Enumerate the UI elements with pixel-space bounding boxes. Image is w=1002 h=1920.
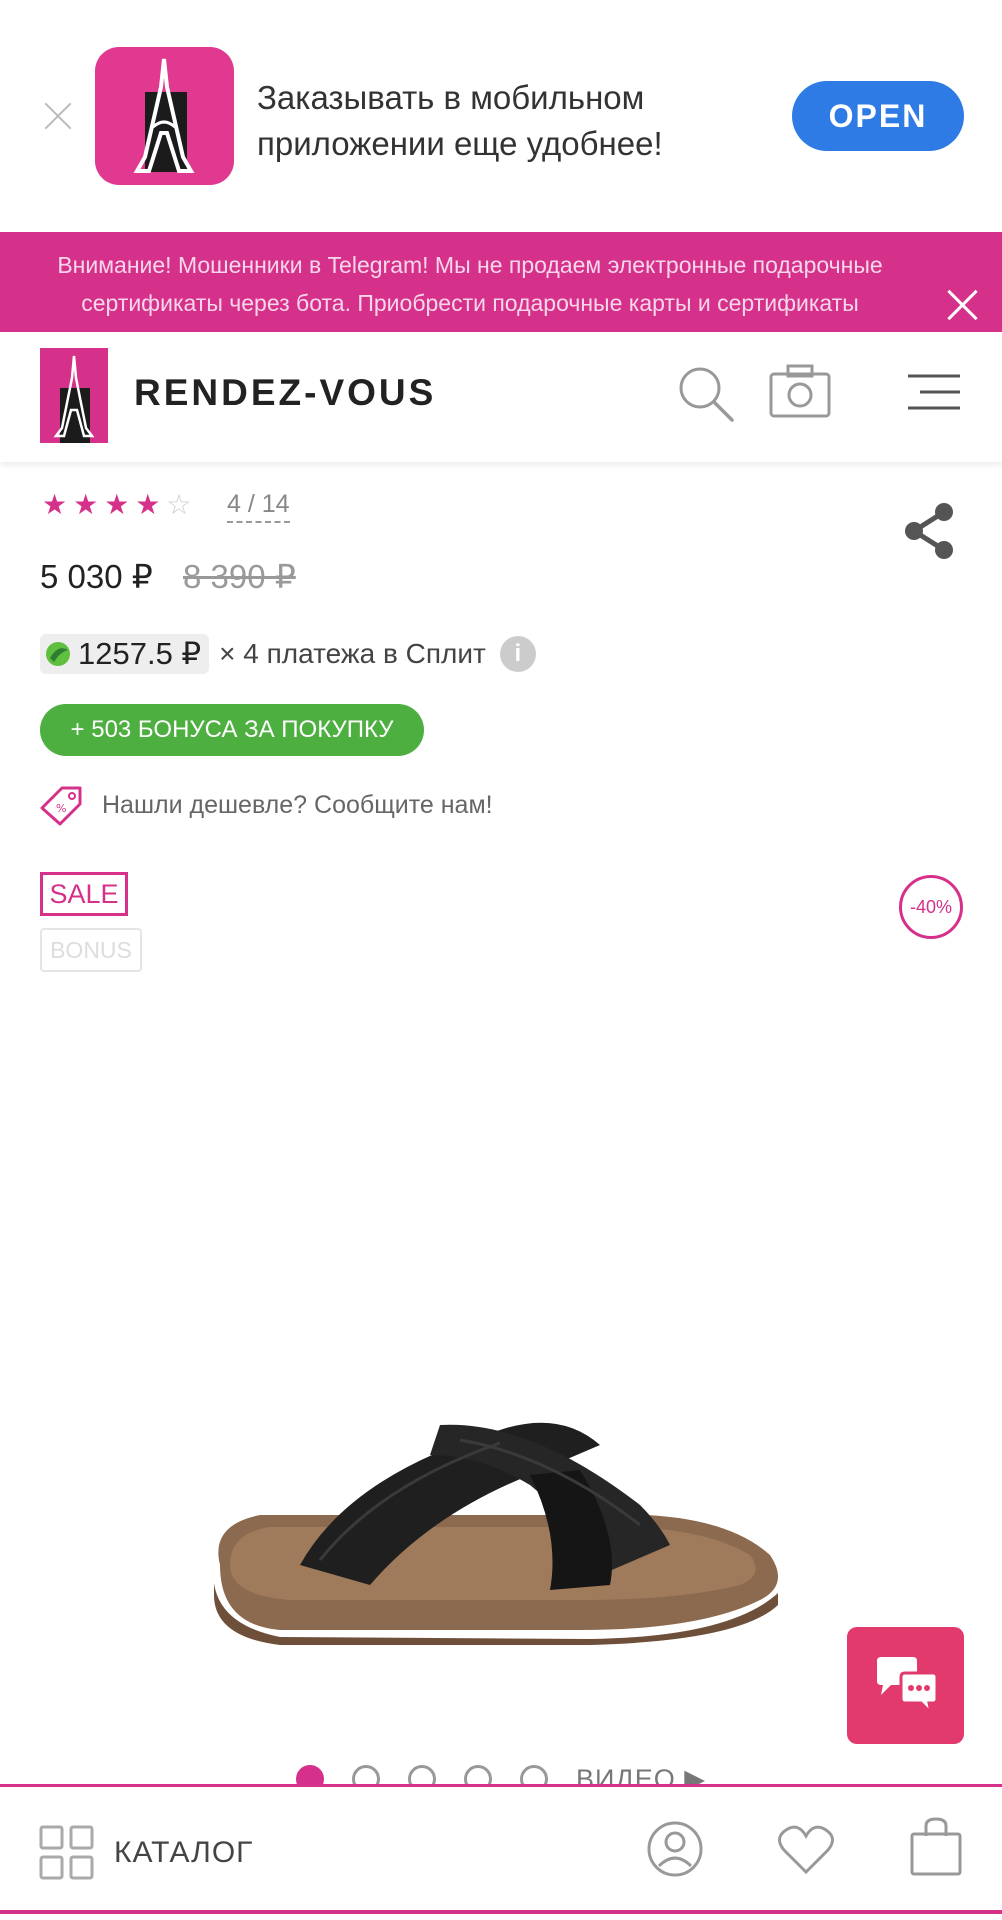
- heart-icon[interactable]: [776, 1824, 836, 1876]
- split-payment-row: 1257.5 ₽ × 4 платежа в Сплит i: [40, 634, 536, 674]
- warning-close-icon[interactable]: [942, 285, 982, 325]
- nav-catalog[interactable]: КАТАЛОГ: [38, 1824, 253, 1882]
- chat-button[interactable]: [847, 1627, 964, 1744]
- menu-icon[interactable]: [904, 372, 964, 412]
- catalog-grid-icon: [39, 1825, 94, 1880]
- cart-bag-icon[interactable]: [908, 1816, 964, 1878]
- sale-badge: SALE: [40, 872, 128, 916]
- search-icon[interactable]: [676, 364, 736, 424]
- split-amount: 1257.5 ₽: [40, 634, 210, 674]
- found-cheaper-link[interactable]: % Нашли дешевле? Сообщите нам!: [38, 784, 493, 826]
- star-empty-icon: ☆: [166, 489, 198, 520]
- fraud-warning-banner: Внимание! Мошенники в Telegram! Мы не пр…: [0, 232, 1002, 332]
- old-price: 8 390 ₽: [183, 558, 296, 595]
- share-icon[interactable]: [900, 500, 958, 562]
- split-label: × 4 платежа в Сплит: [219, 638, 486, 669]
- banner-promo-text: Заказывать в мобильном приложении еще уд…: [257, 75, 747, 167]
- camera-icon[interactable]: [768, 362, 832, 420]
- open-app-button[interactable]: OPEN: [792, 81, 964, 151]
- brand-name[interactable]: RENDEZ-VOUS: [134, 372, 436, 414]
- product-image[interactable]: [200, 1415, 800, 1645]
- profile-icon[interactable]: [646, 1820, 704, 1878]
- split-logo-icon: [46, 642, 70, 666]
- bottom-divider: [0, 1910, 1002, 1914]
- split-amount-text: 1257.5 ₽: [78, 636, 202, 671]
- price-tag-icon: %: [40, 786, 82, 826]
- rating-stars: ★★★★☆: [42, 488, 198, 521]
- found-cheaper-text: Нашли дешевле? Сообщите нам!: [102, 790, 493, 819]
- warning-line2: сертификаты через бота. Приобрести подар…: [81, 290, 859, 316]
- info-icon[interactable]: i: [499, 636, 536, 672]
- svg-text:%: %: [56, 802, 66, 815]
- warning-text: Внимание! Мошенники в Telegram! Мы не пр…: [20, 246, 920, 322]
- banner-text-line2: приложении еще удобнее!: [257, 125, 663, 162]
- banner-close-icon[interactable]: [38, 96, 78, 136]
- banner-text-line1: Заказывать в мобильном: [257, 79, 645, 116]
- rating-count-link[interactable]: 4 / 14: [227, 490, 290, 523]
- discount-badge: -40%: [899, 875, 963, 939]
- current-price: 5 030 ₽: [40, 558, 153, 595]
- star-icon: ★★★★: [42, 489, 167, 520]
- catalog-label: КАТАЛОГ: [114, 1836, 254, 1869]
- bonus-points-button[interactable]: + 503 БОНУСА ЗА ПОКУПКУ: [40, 704, 424, 756]
- chat-bubbles-icon: [876, 1656, 938, 1717]
- brand-logo[interactable]: [40, 348, 108, 443]
- warning-line1: Внимание! Мошенники в Telegram! Мы не пр…: [57, 252, 883, 278]
- app-logo-icon: [95, 47, 234, 185]
- bonus-badge: BONUS: [40, 928, 142, 972]
